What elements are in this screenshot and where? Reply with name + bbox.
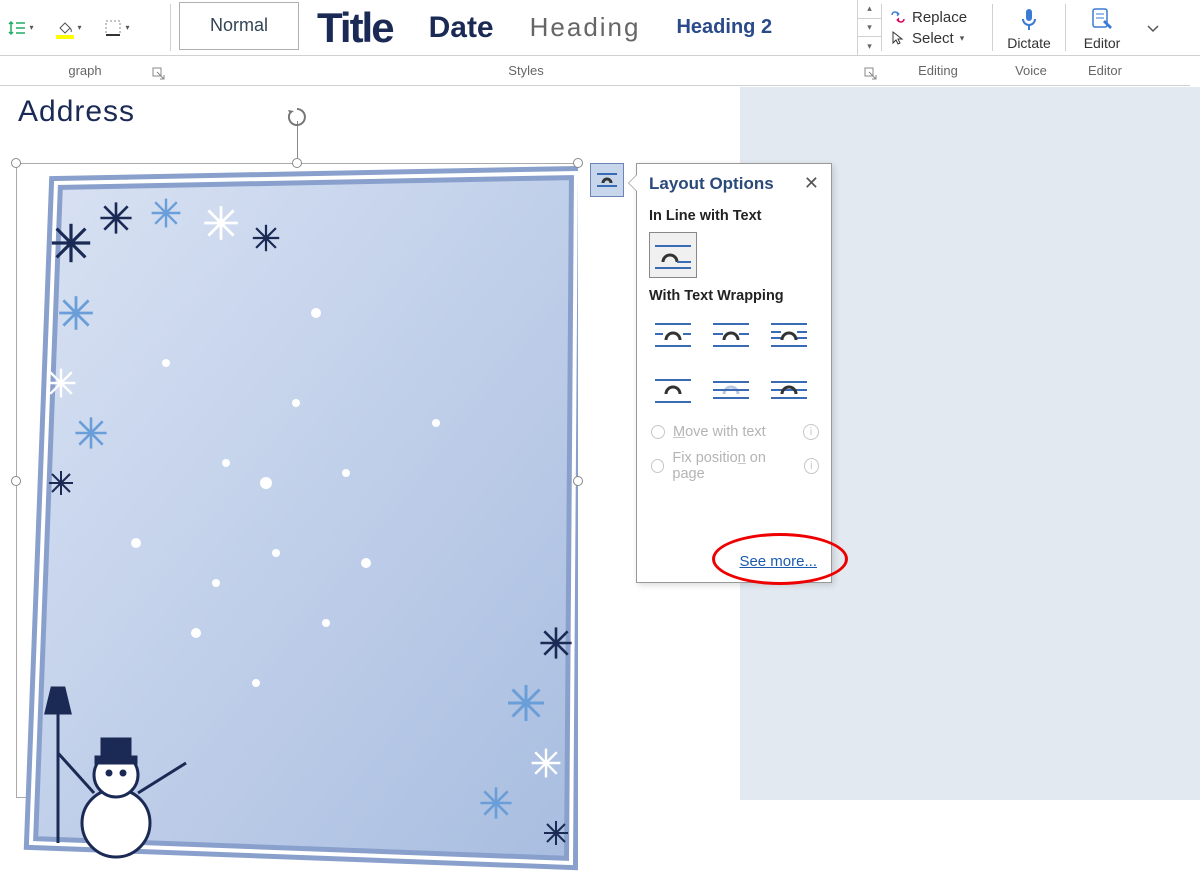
microphone-icon (1015, 5, 1043, 33)
gallery-more-button[interactable]: ▾ (858, 37, 881, 55)
gallery-down-button[interactable]: ▾ (858, 19, 881, 38)
styles-launcher[interactable] (864, 67, 878, 81)
info-icon[interactable]: i (803, 424, 819, 440)
select-button[interactable]: Select ▾ (890, 30, 992, 47)
inline-wrap-icon (596, 171, 618, 189)
inline-section-label: In Line with Text (649, 208, 819, 224)
replace-icon (890, 9, 906, 25)
editor-label: Editor (1084, 35, 1121, 51)
see-more-link[interactable]: See more... (739, 553, 817, 570)
borders-button[interactable]: ▾ (100, 15, 134, 41)
fix-position-radio: Fix position on page i (651, 450, 819, 482)
document-page[interactable]: Address (0, 87, 740, 800)
editor-icon (1088, 5, 1116, 33)
style-title[interactable]: Title (299, 4, 411, 52)
layout-options-popup: ✕ Layout Options In Line with Text With … (636, 163, 832, 583)
info-icon[interactable]: i (804, 458, 819, 474)
resize-handle-tr[interactable] (573, 158, 583, 168)
cursor-icon (890, 30, 906, 46)
shading-button[interactable]: ▾ (52, 15, 86, 41)
group-editing: Editing (882, 56, 994, 85)
paragraph-launcher[interactable] (152, 67, 166, 81)
shading-color-bar (56, 35, 74, 39)
resize-handle-t[interactable] (292, 158, 302, 168)
group-voice-label: Voice (1015, 63, 1047, 78)
dictate-button[interactable]: Dictate (993, 0, 1065, 55)
borders-icon (104, 19, 122, 37)
ribbon-collapse-button[interactable] (1138, 0, 1168, 55)
layout-options-tag[interactable] (590, 163, 624, 197)
editing-group: Replace Select ▾ (882, 0, 992, 55)
ribbon-group-labels: graph Styles Editing Voice Editor (0, 56, 1190, 86)
group-voice: Voice (994, 56, 1068, 85)
wrap-top-bottom[interactable] (649, 368, 697, 414)
group-styles: Styles (170, 56, 882, 85)
wrap-behind[interactable] (707, 368, 755, 414)
gallery-up-button[interactable]: ▴ (858, 0, 881, 19)
selected-image[interactable] (16, 163, 578, 798)
close-icon: ✕ (804, 173, 819, 193)
group-paragraph: graph (0, 56, 170, 85)
style-heading2[interactable]: Heading 2 (658, 4, 790, 52)
styles-gallery-scroll: ▴ ▾ ▾ (857, 0, 881, 55)
popup-pointer (628, 174, 637, 192)
group-styles-label: Styles (508, 63, 543, 78)
line-spacing-icon (8, 19, 26, 37)
address-heading: Address (18, 95, 135, 129)
document-area: Address (0, 87, 1200, 800)
resize-handle-tl[interactable] (11, 158, 21, 168)
wrap-tight[interactable] (707, 312, 755, 358)
rotate-handle[interactable] (283, 103, 311, 131)
chevron-down-icon (1145, 20, 1161, 36)
paragraph-group: ▾ ▾ ▾ (0, 0, 170, 55)
style-date[interactable]: Date (411, 4, 512, 52)
style-normal[interactable]: Normal (179, 2, 299, 50)
group-paragraph-label: graph (68, 63, 101, 78)
wrap-front[interactable] (765, 368, 813, 414)
select-label: Select (912, 30, 954, 47)
wrap-inline[interactable] (649, 232, 697, 278)
winter-frame-graphic (16, 163, 578, 883)
style-heading[interactable]: Heading (512, 4, 659, 52)
replace-button[interactable]: Replace (890, 9, 992, 26)
editor-button[interactable]: Editor (1066, 0, 1138, 55)
group-editor: Editor (1068, 56, 1142, 85)
group-editor-label: Editor (1088, 63, 1122, 78)
rotate-icon (285, 105, 309, 129)
styles-gallery: Normal Title Date Heading Heading 2 ▴ ▾ … (171, 0, 881, 55)
close-button[interactable]: ✕ (800, 172, 823, 194)
wrap-square[interactable] (649, 312, 697, 358)
layout-options-title: Layout Options (649, 174, 819, 194)
line-spacing-button[interactable]: ▾ (4, 15, 38, 41)
move-with-text-radio: Move with text i (651, 424, 819, 440)
resize-handle-r[interactable] (573, 476, 583, 486)
radio-icon (651, 459, 664, 473)
resize-handle-l[interactable] (11, 476, 21, 486)
ribbon: ▾ ▾ ▾ Normal Title Date Heading Heading … (0, 0, 1200, 56)
wrap-section-label: With Text Wrapping (649, 288, 819, 304)
group-editing-label: Editing (918, 63, 958, 78)
radio-icon (651, 425, 665, 439)
dictate-label: Dictate (1007, 35, 1051, 51)
wrap-through[interactable] (765, 312, 813, 358)
replace-label: Replace (912, 9, 967, 26)
